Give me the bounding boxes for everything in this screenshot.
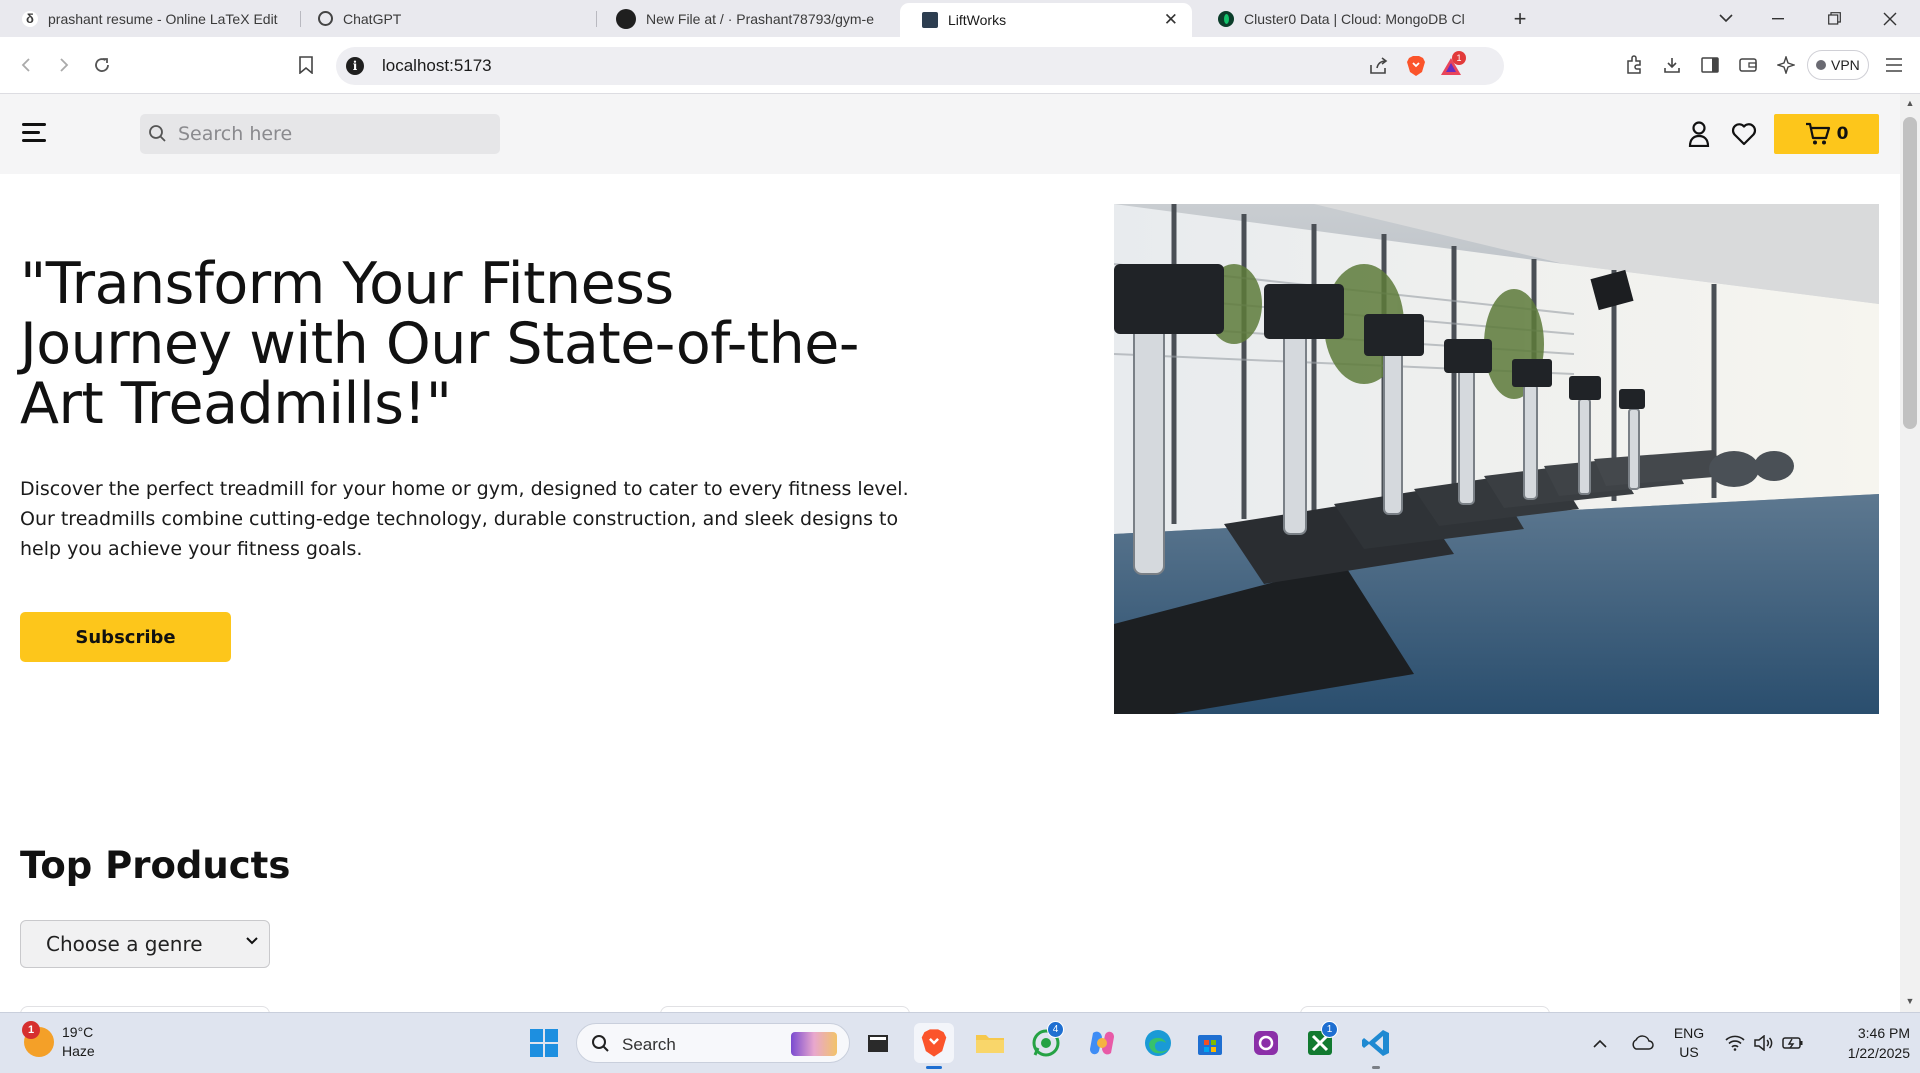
hero-treadmill-image xyxy=(1114,204,1879,714)
windows-taskbar: 1 19°C Haze Search 4 1 ENG US 3:46 PM 1/… xyxy=(0,1012,1920,1073)
minimize-button[interactable] xyxy=(1752,0,1804,37)
vpn-button[interactable]: VPN xyxy=(1807,50,1869,80)
weather-temp: 19°C xyxy=(62,1024,94,1040)
genre-select[interactable]: Choose a genre xyxy=(20,920,270,968)
tab-mongodb[interactable]: Cluster0 Data | Cloud: MongoDB Cl xyxy=(1196,0,1486,37)
brave-shields-icon[interactable] xyxy=(1403,54,1429,78)
brave-browser-app-icon[interactable] xyxy=(914,1023,954,1069)
search-input[interactable] xyxy=(178,114,488,154)
menu-icon[interactable] xyxy=(1876,47,1912,83)
weather-desc: Haze xyxy=(62,1043,95,1059)
xbox-app-icon[interactable]: 1 xyxy=(1300,1021,1340,1063)
scroll-down-icon[interactable]: ▼ xyxy=(1904,996,1916,1008)
site-info-icon[interactable]: i xyxy=(346,57,364,75)
whatsapp-app-icon[interactable]: 4 xyxy=(1026,1021,1066,1063)
language-indicator[interactable]: ENG US xyxy=(1664,1013,1714,1073)
liftworks-icon xyxy=(922,12,938,28)
whatsapp-badge: 4 xyxy=(1047,1021,1064,1038)
tab-github[interactable]: New File at / · Prashant78793/gym-e xyxy=(594,0,886,37)
close-window-button[interactable] xyxy=(1864,0,1916,37)
wishlist-heart-icon[interactable] xyxy=(1728,118,1760,150)
github-icon xyxy=(616,8,636,29)
onedrive-cloud-icon[interactable] xyxy=(1628,1013,1656,1073)
copilot-app-icon[interactable] xyxy=(1082,1023,1122,1063)
new-tab-button[interactable]: + xyxy=(1494,0,1546,37)
file-manager-app-icon[interactable] xyxy=(858,1023,898,1063)
overleaf-icon: δ xyxy=(22,10,38,27)
hamburger-menu-icon[interactable] xyxy=(22,123,46,143)
cart-count: 0 xyxy=(1836,124,1849,144)
taskbar-clock[interactable]: 3:46 PM 1/22/2025 xyxy=(1810,1023,1910,1063)
wallet-icon[interactable] xyxy=(1730,47,1766,83)
tab-liftworks[interactable]: LiftWorks ✕ xyxy=(900,3,1192,37)
rewards-badge: 1 xyxy=(1452,51,1466,65)
browser-toolbar: i localhost:5173 1 VPN xyxy=(0,37,1920,94)
hero-title: "Transform Your Fitness Journey with Our… xyxy=(20,251,859,437)
file-explorer-app-icon[interactable] xyxy=(970,1023,1010,1063)
search-highlight-icon xyxy=(791,1032,837,1056)
windows-logo-icon xyxy=(530,1029,558,1057)
microsoft-store-app-icon[interactable] xyxy=(1190,1023,1230,1063)
tab-latex[interactable]: δ prashant resume - Online LaTeX Edit xyxy=(0,0,300,37)
browser-tab-strip: δ prashant resume - Online LaTeX Edit Ch… xyxy=(0,0,1920,37)
restore-button[interactable] xyxy=(1808,0,1860,37)
running-app-indicator xyxy=(1372,1066,1380,1069)
photo-app-icon[interactable] xyxy=(1246,1023,1286,1063)
windows-start-button[interactable] xyxy=(524,1023,564,1063)
share-icon[interactable] xyxy=(1366,54,1392,78)
user-account-icon[interactable] xyxy=(1683,118,1715,150)
weather-haze-icon: 1 xyxy=(22,1021,54,1057)
tab-chatgpt[interactable]: ChatGPT xyxy=(296,0,596,37)
cart-icon xyxy=(1805,122,1830,145)
xbox-badge: 1 xyxy=(1321,1021,1338,1038)
close-tab-icon[interactable]: ✕ xyxy=(1164,10,1178,30)
scrollbar-thumb[interactable] xyxy=(1903,117,1917,429)
weather-badge: 1 xyxy=(22,1021,40,1039)
battery-charging-icon[interactable] xyxy=(1780,1013,1806,1073)
chevron-down-icon xyxy=(246,937,258,945)
vpn-status-icon xyxy=(1816,60,1826,70)
forward-button[interactable] xyxy=(46,47,82,83)
mongodb-icon xyxy=(1218,10,1234,27)
site-header: 0 xyxy=(0,94,1900,174)
site-search-box[interactable] xyxy=(140,114,500,154)
top-products-title: Top Products xyxy=(20,844,291,887)
tab-search-chevron-icon[interactable] xyxy=(1700,0,1752,37)
chatgpt-icon xyxy=(318,11,333,26)
taskbar-search[interactable]: Search xyxy=(576,1023,850,1063)
extensions-icon[interactable] xyxy=(1616,47,1652,83)
search-icon xyxy=(149,125,166,142)
leo-ai-icon[interactable] xyxy=(1768,47,1804,83)
download-icon[interactable] xyxy=(1654,47,1690,83)
brave-rewards-icon[interactable]: 1 xyxy=(1438,51,1466,78)
active-app-indicator xyxy=(926,1066,942,1069)
show-hidden-icons-chevron-icon[interactable] xyxy=(1588,1013,1612,1073)
url-text[interactable]: localhost:5173 xyxy=(382,56,492,76)
reload-button[interactable] xyxy=(84,47,120,83)
volume-icon[interactable] xyxy=(1750,1013,1776,1073)
cart-button[interactable]: 0 xyxy=(1774,114,1879,154)
weather-widget[interactable]: 1 19°C Haze xyxy=(22,1021,95,1061)
bookmark-icon[interactable] xyxy=(288,47,324,83)
vscode-app-icon[interactable] xyxy=(1356,1023,1396,1069)
edge-app-icon[interactable] xyxy=(1138,1023,1178,1063)
page-viewport: 0 "Transform Your Fitness Journey with O… xyxy=(0,94,1900,1012)
back-button[interactable] xyxy=(8,47,44,83)
search-icon xyxy=(592,1035,609,1052)
hero-description: Discover the perfect treadmill for your … xyxy=(20,478,909,560)
sidebar-toggle-icon[interactable] xyxy=(1692,47,1728,83)
subscribe-button[interactable]: Subscribe xyxy=(20,612,231,662)
address-bar[interactable]: i localhost:5173 1 xyxy=(336,47,1504,85)
scroll-up-icon[interactable]: ▲ xyxy=(1904,98,1916,110)
wifi-icon[interactable] xyxy=(1722,1013,1748,1073)
